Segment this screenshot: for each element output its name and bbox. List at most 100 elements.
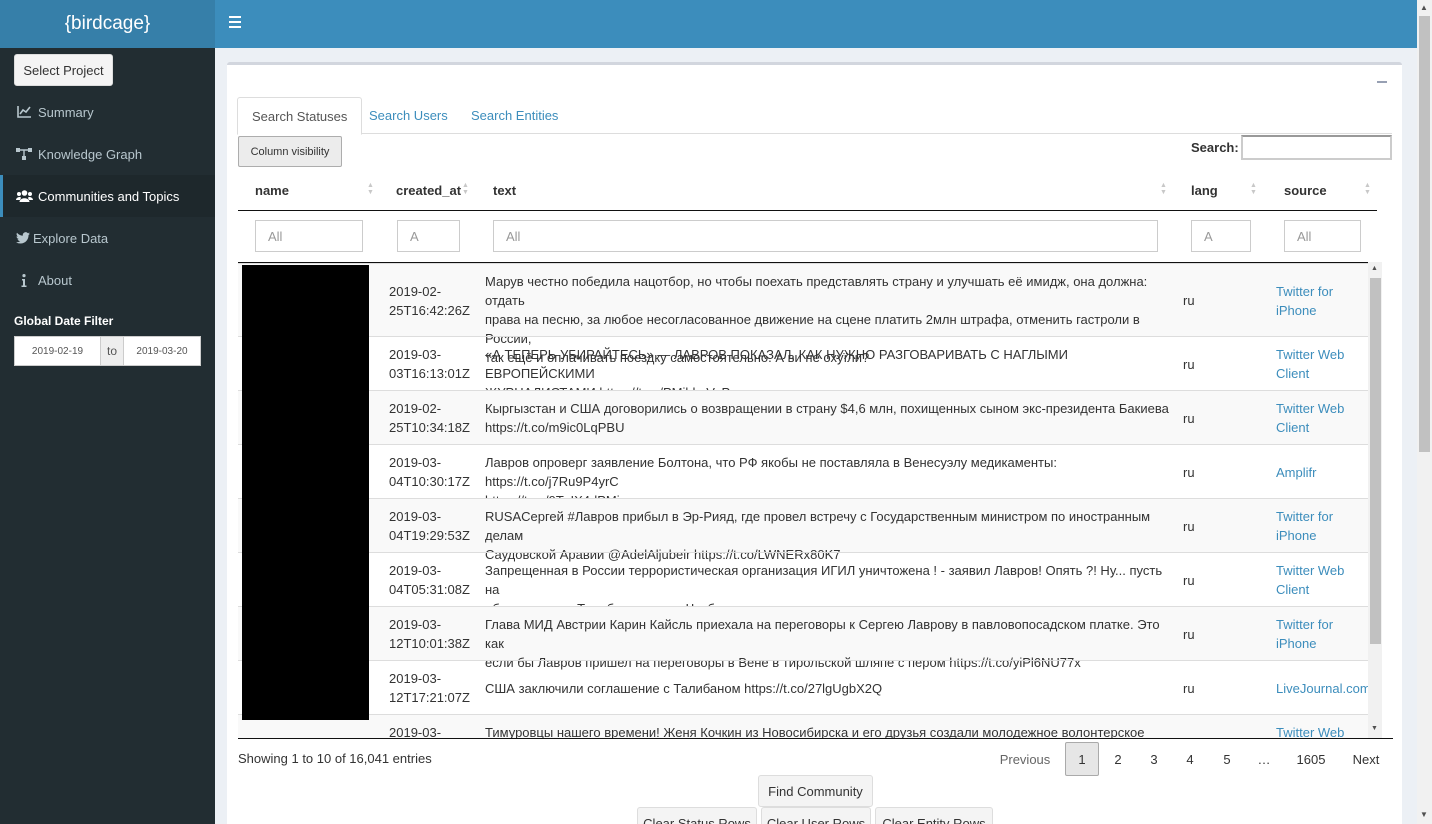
filter-lang-input[interactable]: A [1191, 220, 1251, 252]
cell-line: Client [1276, 420, 1310, 435]
collapse-box-icon[interactable] [1377, 81, 1387, 83]
tab-bar: Search Statuses Search Users Search Enti… [237, 97, 1392, 135]
sidebar-item-summary[interactable]: Summary [0, 91, 215, 133]
cell-line: 03T16:13:01Z [389, 366, 470, 381]
page-scrollbar[interactable]: ▲ ▼ [1417, 0, 1432, 824]
cell-line: Twitter Web [1276, 563, 1345, 578]
lang-cell: ru [1183, 519, 1195, 534]
cell-line: iPhone [1276, 636, 1317, 651]
cell-line: Twitter for [1276, 509, 1334, 524]
sidebar-item-communities-and-topics[interactable]: Communities and Topics [0, 175, 215, 217]
select-project-button[interactable]: Select Project [14, 54, 113, 86]
find-community-button[interactable]: Find Community [758, 775, 873, 807]
filter-created-at-input[interactable]: A [397, 220, 460, 252]
column-header-source[interactable]: source [1284, 183, 1327, 198]
lang-cell: ru [1183, 573, 1195, 588]
sort-icon[interactable]: ▲ ▼ [462, 182, 469, 196]
column-filter-row: All A All A All [238, 211, 1377, 263]
sidebar-toggle-icon[interactable] [229, 16, 241, 28]
app-logo[interactable]: {birdcage} [0, 0, 215, 48]
cell-line: Twitter Web [1276, 347, 1345, 362]
sidebar-item-explore-data[interactable]: Explore Data [0, 217, 215, 259]
cell-line: 2019-03- [389, 455, 442, 470]
table-row[interactable]: 2019-02- 25T16:42:26Z Марув честно победил… [238, 263, 1377, 365]
clear-status-rows-button[interactable]: Clear Status Rows [637, 807, 757, 824]
tab-search-users[interactable]: Search Users [355, 97, 462, 134]
sort-icon[interactable]: ▲ ▼ [1364, 182, 1371, 196]
source-cell[interactable]: Twitter for iPhone [1276, 615, 1376, 653]
pagination-page[interactable]: 2 [1103, 742, 1133, 776]
sidebar-item-label: Communities and Topics [38, 188, 180, 204]
pagination-next[interactable]: Next [1344, 742, 1388, 776]
source-cell[interactable]: Twitter Web [1276, 723, 1376, 738]
pagination-previous[interactable]: Previous [991, 742, 1059, 776]
cell-line: https://t.co/m9ic0LqPBU [485, 420, 625, 435]
cell-line: 2019-02- [389, 284, 442, 299]
pagination-ellipsis: … [1257, 751, 1271, 767]
source-cell[interactable]: Twitter for iPhone [1276, 507, 1376, 545]
cell-line: Марув честно победила нацотбор, но чтобы… [485, 274, 1148, 308]
created-at-cell: 2019-02- 25T10:34:18Z [389, 399, 479, 437]
table-scrollbar[interactable]: ▲ ▼ [1368, 262, 1382, 738]
date-range-separator: to [101, 336, 123, 366]
column-visibility-button[interactable]: Column visibility [238, 136, 342, 167]
column-header-text[interactable]: text [493, 183, 516, 198]
table-row[interactable]: 2019-03- 04T05:31:08Z Запрещенная в России… [238, 552, 1377, 616]
text-cell: Кыргызстан и США договорились о возвраще… [485, 399, 1175, 437]
source-cell[interactable]: Twitter Web Client [1276, 399, 1376, 437]
line-chart-icon [13, 106, 35, 118]
cell-line: 2019-03- [389, 563, 442, 578]
search-label: Search: [1191, 140, 1239, 155]
lang-cell: ru [1183, 627, 1195, 642]
pagination-page[interactable]: 5 [1212, 742, 1242, 776]
sort-icon[interactable]: ▲ ▼ [1160, 182, 1167, 196]
table-row[interactable]: 2019-03- 04T10:30:17Z Лавров опроверг заяв… [238, 444, 1377, 508]
column-header-name[interactable]: name [255, 183, 289, 198]
pagination-page[interactable]: 1605 [1289, 742, 1333, 776]
tab-search-statuses[interactable]: Search Statuses [237, 97, 363, 135]
sort-icon[interactable]: ▲ ▼ [367, 182, 374, 196]
date-to-input[interactable]: 2019-03-20 [123, 336, 201, 366]
source-cell[interactable]: Twitter Web Client [1276, 561, 1376, 599]
cell-line: 2019-03- [389, 509, 442, 524]
cell-line: 12T10:01:38Z [389, 636, 470, 651]
table-row[interactable]: 2019-02- 25T10:34:18Z Кыргызстан и США дог… [238, 390, 1377, 444]
filter-source-input[interactable]: All [1284, 220, 1361, 252]
table-row[interactable]: 2019-03- 04T19:29:53Z RUSAСергей #Лавров п… [238, 498, 1377, 562]
date-from-input[interactable]: 2019-02-19 [14, 336, 101, 366]
search-input[interactable] [1241, 135, 1392, 160]
table-row[interactable]: 2019-03- 12T10:01:38Z Глава МИД Австрии Ка… [238, 606, 1377, 670]
column-header-lang[interactable]: lang [1191, 183, 1218, 198]
sidebar-item-knowledge-graph[interactable]: Knowledge Graph [0, 133, 215, 175]
source-cell[interactable]: LiveJournal.com [1276, 679, 1376, 698]
cell-line: Twitter Web [1276, 725, 1345, 738]
lang-cell: ru [1183, 293, 1195, 308]
clear-entity-rows-button[interactable]: Clear Entity Rows [875, 807, 993, 824]
cell-line: RUSAСергей #Лавров прибыл в Эр-Рияд, где… [485, 509, 1151, 543]
cell-line: 25T16:42:26Z [389, 303, 470, 318]
top-navbar [215, 0, 1417, 48]
sort-icon[interactable]: ▲ ▼ [1250, 182, 1257, 196]
filter-text-input[interactable]: All [493, 220, 1158, 252]
cell-line: Client [1276, 366, 1310, 381]
tab-search-entities[interactable]: Search Entities [457, 97, 572, 134]
sidebar-item-about[interactable]: About [0, 259, 215, 301]
table-row[interactable]: 2019-03- 12T17:21:07Z США заключили соглаш… [238, 660, 1377, 714]
pagination-page[interactable]: 3 [1139, 742, 1169, 776]
filter-name-input[interactable]: All [255, 220, 363, 252]
pagination-page[interactable]: 1 [1065, 742, 1099, 776]
clear-user-rows-button[interactable]: Clear User Rows [761, 807, 871, 824]
source-cell[interactable]: Twitter for iPhone [1276, 282, 1376, 320]
date-range-input: 2019-02-19 to 2019-03-20 [14, 336, 201, 366]
cell-line: iPhone [1276, 303, 1317, 318]
table-row[interactable]: 2019-03- 03T16:13:01Z «А ТЕПЕРЬ УБИРАЙТЕСЬ… [238, 336, 1377, 400]
sidebar-item-label: About [38, 272, 72, 288]
column-header-created-at[interactable]: created_at [396, 183, 461, 198]
source-cell[interactable]: Twitter Web Client [1276, 345, 1376, 383]
table-info: Showing 1 to 10 of 16,041 entries [238, 751, 432, 766]
created-at-cell: 2019-03- 04T10:30:17Z [389, 453, 479, 491]
source-cell[interactable]: Amplifr [1276, 463, 1376, 482]
table-row[interactable]: 2019-03- Тимуровцы нашего времени! Женя К… [238, 714, 1377, 738]
pagination-page[interactable]: 4 [1175, 742, 1205, 776]
sidebar-item-label: Knowledge Graph [38, 146, 143, 162]
